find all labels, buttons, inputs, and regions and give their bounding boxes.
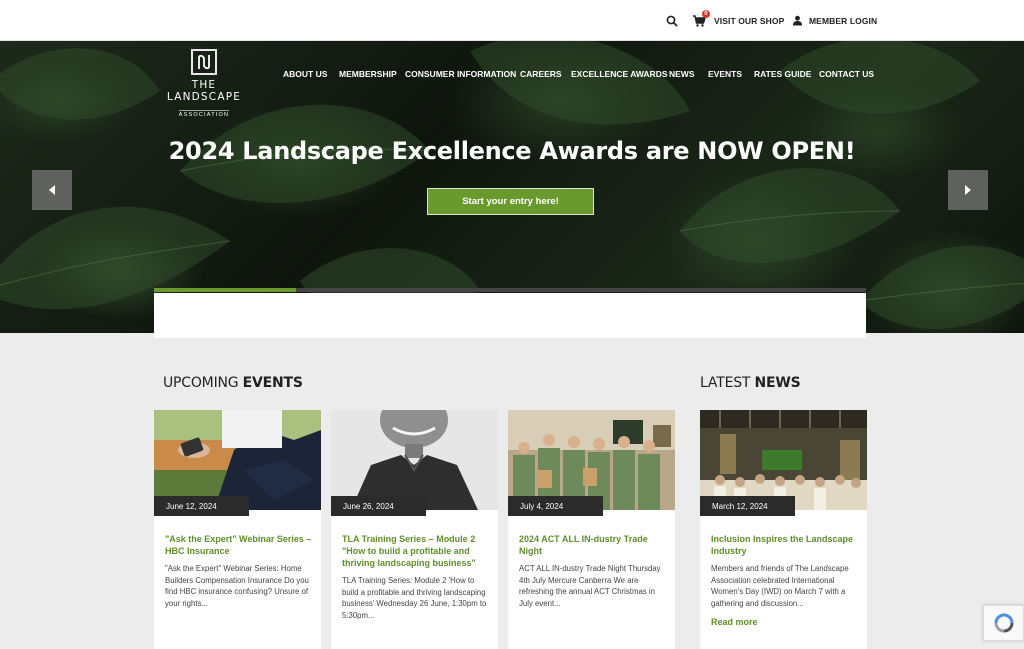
event-title[interactable]: 2024 ACT ALL IN-dustry Trade Night — [519, 533, 667, 557]
news-card[interactable]: March 12, 2024 Inclusion Inspires the La… — [700, 410, 867, 649]
event-excerpt: "Ask the Expert" Webinar Series: Home Bu… — [165, 564, 309, 608]
event-excerpt: TLA Training Series: Module 2 'How to bu… — [342, 576, 487, 620]
nav-item-about-us[interactable]: ABOUT US — [283, 69, 327, 79]
read-more-link[interactable]: Read more — [711, 617, 758, 627]
event-image[interactable] — [508, 410, 675, 510]
hero-title: 2024 Landscape Excellence Awards are NOW… — [168, 137, 856, 165]
shop-link-label: VISIT OUR SHOP — [714, 15, 785, 26]
nav-item-news[interactable]: NEWS — [669, 69, 695, 79]
latest-news-heading: LATEST NEWS — [700, 375, 801, 391]
news-excerpt: Members and friends of The Landscape Ass… — [711, 564, 849, 608]
event-title[interactable]: TLA Training Series – Module 2 "How to b… — [342, 533, 490, 569]
top-utility-bar: 0 VISIT OUR SHOP MEMBER LOGIN — [0, 0, 1024, 41]
shop-link[interactable]: 0 VISIT OUR SHOP — [692, 0, 784, 41]
logo-mark-icon — [191, 49, 217, 75]
event-excerpt: ACT ALL IN-dustry Trade Night Thursday 4… — [519, 564, 661, 608]
news-image[interactable] — [700, 410, 867, 510]
event-card[interactable]: June 12, 2024 "Ask the Expert" Webinar S… — [154, 410, 321, 649]
heading-events-bold: EVENTS — [242, 375, 303, 391]
news-title[interactable]: Inclusion Inspires the Landscape Industr… — [711, 533, 859, 557]
upcoming-events-heading: UPCOMING EVENTS — [163, 375, 303, 391]
nav-item-events[interactable]: EVENTS — [708, 69, 742, 79]
start-entry-button[interactable]: Start your entry here! — [427, 188, 594, 215]
event-card[interactable]: June 26, 2024 TLA Training Series – Modu… — [331, 410, 498, 649]
search-button[interactable] — [666, 0, 678, 41]
recaptcha-icon — [994, 613, 1013, 633]
event-image[interactable] — [154, 410, 321, 510]
nav-item-careers[interactable]: CAREERS — [520, 69, 562, 79]
nav-item-contact-us[interactable]: CONTACT US — [819, 69, 874, 79]
logo-subtitle: ASSOCIATION — [178, 110, 230, 118]
slider-progress-fill — [154, 288, 297, 292]
chevron-left-icon — [49, 185, 55, 195]
heading-news-bold: NEWS — [754, 375, 801, 391]
chevron-right-icon — [965, 185, 971, 195]
heading-events-light: UPCOMING — [163, 375, 243, 391]
slider-next-button[interactable] — [948, 170, 988, 210]
slider-prev-button[interactable] — [32, 170, 72, 210]
search-icon — [666, 15, 678, 27]
event-title[interactable]: "Ask the Expert" Webinar Series – HBC In… — [165, 533, 313, 557]
nav-item-rates-guide[interactable]: RATES GUIDE — [754, 69, 811, 79]
member-login-link[interactable]: MEMBER LOGIN — [792, 0, 877, 41]
nav-item-membership[interactable]: MEMBERSHIP — [339, 69, 397, 79]
cart-button[interactable]: 0 — [692, 9, 710, 28]
logo-title: THE LANDSCAPE — [166, 79, 242, 103]
member-login-label: MEMBER LOGIN — [809, 15, 878, 26]
event-card[interactable]: July 4, 2024 2024 ACT ALL IN-dustry Trad… — [508, 410, 675, 649]
user-icon — [793, 15, 802, 26]
recaptcha-badge[interactable] — [983, 605, 1024, 641]
event-date: June 26, 2024 — [331, 496, 426, 516]
nav-item-consumer-information[interactable]: CONSUMER INFORMATION — [405, 69, 516, 79]
cart-count-badge: 0 — [702, 9, 710, 18]
event-date: June 12, 2024 — [154, 496, 249, 516]
hero-content-panel — [154, 293, 866, 338]
event-date: July 4, 2024 — [508, 496, 603, 516]
news-date: March 12, 2024 — [700, 496, 795, 516]
event-image[interactable] — [331, 410, 498, 510]
heading-news-light: LATEST — [700, 375, 755, 391]
nav-item-excellence-awards[interactable]: EXCELLENCE AWARDS — [571, 69, 668, 79]
slider-progress-bar — [154, 288, 866, 292]
site-logo[interactable]: THE LANDSCAPE ASSOCIATION — [154, 49, 254, 121]
